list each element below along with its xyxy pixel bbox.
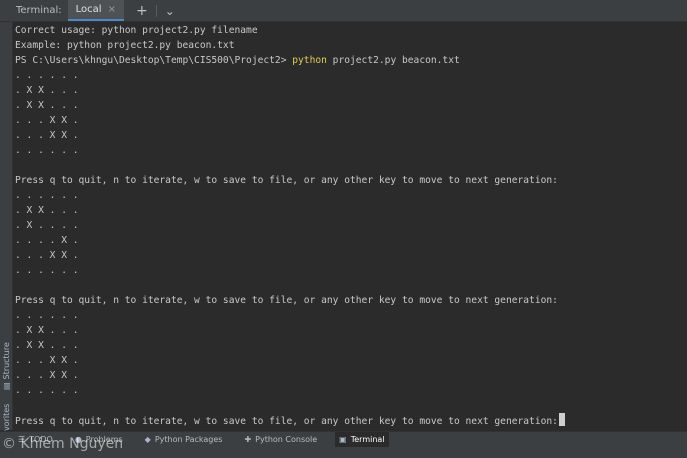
tool-window-label: Python Packages [154, 435, 223, 444]
terminal-line: . . . . . . [15, 308, 683, 323]
output-text: Correct usage: python project2.py filena… [15, 25, 258, 36]
text-cursor [558, 413, 565, 426]
output-text: . . . . . . [15, 190, 79, 201]
tool-window-button-todo[interactable]: ☰ TODO [14, 432, 57, 448]
terminal-line: . X X . . . [15, 323, 683, 338]
tab-local-label: Local [75, 4, 102, 15]
list-icon: ☰ [18, 435, 26, 444]
shell-prompt: PS C:\Users\khngu\Desktop\Temp\CIS500\Pr… [15, 55, 293, 66]
terminal-line: . . . . . . [15, 383, 683, 398]
terminal-line: . . . X X . [15, 368, 683, 383]
output-text: . X X . . . [15, 100, 79, 111]
tool-window-label: Terminal [350, 435, 385, 444]
close-icon[interactable]: × [108, 4, 116, 15]
tool-window-button-problems[interactable]: ● Problems [71, 432, 127, 448]
output-text: . . . X X . [15, 355, 79, 366]
terminal-line: PS C:\Users\khngu\Desktop\Temp\CIS500\Pr… [15, 53, 683, 68]
tool-window-button-terminal[interactable]: ▣ Terminal [335, 431, 389, 448]
terminal-line: . . . X X . [15, 353, 683, 368]
status-bar [0, 447, 687, 458]
terminal-line: . X X . . . [15, 98, 683, 113]
output-text: . . . . . . [15, 310, 79, 321]
sidebar-item-label: Structure [1, 342, 11, 380]
terminal-line: . X X . . . [15, 83, 683, 98]
terminal-line: . . . . X . [15, 233, 683, 248]
terminal-output[interactable]: Correct usage: python project2.py filena… [15, 23, 683, 433]
output-text: . . . X X . [15, 115, 79, 126]
output-text: Press q to quit, n to iterate, w to save… [15, 175, 558, 186]
left-tool-stripe: ▤ Structure ★ Favorites [0, 22, 13, 450]
tool-window-bar: ☰ TODO ● Problems ◆ Python Packages ✚ Python Co… [0, 431, 687, 448]
sidebar-item-structure[interactable]: ▤ Structure [0, 326, 12, 390]
tab-local[interactable]: Local × [67, 0, 124, 21]
tool-window-button-python-packages[interactable]: ◆ Python Packages [141, 432, 227, 448]
packages-icon: ◆ [144, 435, 151, 444]
problems-icon: ● [74, 435, 82, 444]
terminal-line: . . . . . . [15, 68, 683, 83]
output-text: . . . . X . [15, 235, 79, 246]
terminal-line: Press q to quit, n to iterate, w to save… [15, 293, 683, 308]
output-text: . . . . . . [15, 265, 79, 276]
terminal-tab-bar: Terminal: Local × + ⌄ [0, 0, 687, 22]
tool-window-label: TODO [29, 435, 53, 444]
console-icon: ✚ [244, 435, 252, 444]
terminal-line: . . . X X . [15, 113, 683, 128]
command-args: project2.py beacon.txt [326, 55, 460, 66]
output-text: Press q to quit, n to iterate, w to save… [15, 416, 558, 427]
tool-window-button-python-console[interactable]: ✚ Python Console [240, 432, 321, 448]
command-name: python [292, 55, 327, 66]
terminal-line: . X X . . . [15, 203, 683, 218]
output-text: Example: python project2.py beacon.txt [15, 40, 235, 51]
tool-window-label: Problems [85, 435, 123, 444]
add-tab-icon[interactable]: + [130, 3, 154, 19]
terminal-icon: ▣ [339, 435, 347, 444]
tool-window-title: Terminal: [16, 5, 62, 16]
terminal-line: . . . X X . [15, 248, 683, 263]
chevron-down-icon[interactable]: ⌄ [159, 4, 181, 18]
output-text: . . . . . . [15, 145, 79, 156]
terminal-line: . . . . . . [15, 188, 683, 203]
output-text: . . . X X . [15, 250, 79, 261]
terminal-line: Correct usage: python project2.py filena… [15, 23, 683, 38]
output-text: . X X . . . [15, 325, 79, 336]
output-text: . . . X X . [15, 370, 79, 381]
output-text: . . . . . . [15, 385, 79, 396]
toolbar-divider [155, 4, 157, 17]
terminal-line: . X X . . . [15, 338, 683, 353]
output-text: . . . . . . [15, 70, 79, 81]
output-text: Press q to quit, n to iterate, w to save… [15, 295, 558, 306]
terminal-line: . X . . . . [15, 218, 683, 233]
terminal-line: Press q to quit, n to iterate, w to save… [15, 173, 683, 188]
terminal-line: . . . . . . [15, 143, 683, 158]
output-text: . X X . . . [15, 85, 79, 96]
terminal-line: . . . . . . [15, 263, 683, 278]
output-text: . X . . . . [15, 220, 79, 231]
output-text: . . . X X . [15, 130, 79, 141]
terminal-line: Press q to quit, n to iterate, w to save… [15, 413, 683, 428]
tool-window-label: Python Console [255, 435, 318, 444]
output-text: . X X . . . [15, 340, 79, 351]
terminal-line: . . . X X . [15, 128, 683, 143]
terminal-line: Example: python project2.py beacon.txt [15, 38, 683, 53]
output-text: . X X . . . [15, 205, 79, 216]
